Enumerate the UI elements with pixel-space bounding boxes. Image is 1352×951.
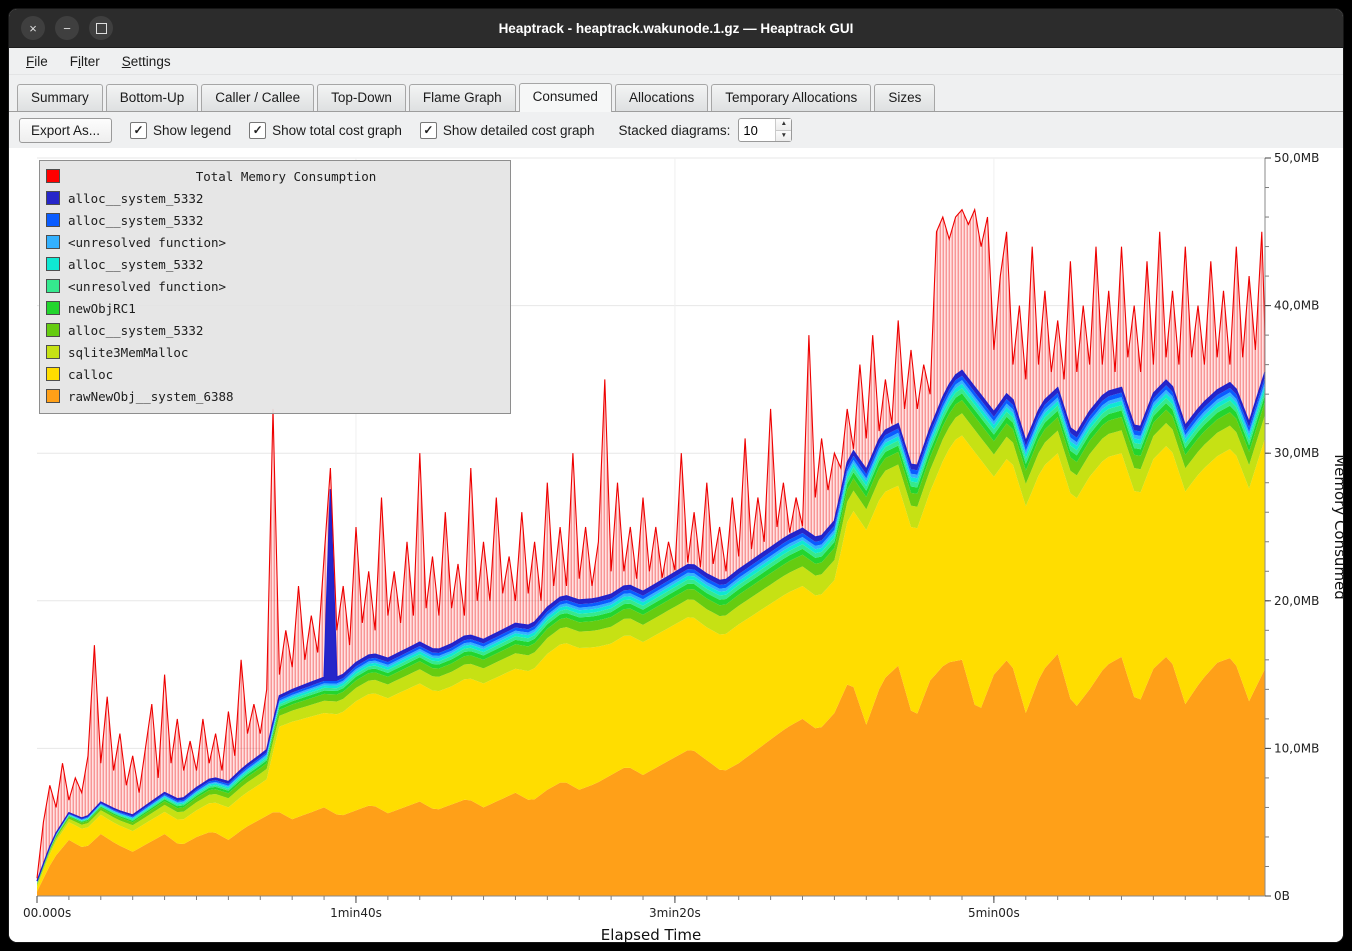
x-tick-label: 5min00s (968, 906, 1020, 920)
checkbox-icon: ✓ (130, 122, 147, 139)
close-button[interactable]: × (21, 16, 45, 40)
minimize-button[interactable]: − (55, 16, 79, 40)
legend-row: <unresolved function> (46, 275, 504, 297)
legend-swatch-icon (46, 213, 60, 227)
tab-temporary-allocations[interactable]: Temporary Allocations (711, 84, 871, 111)
legend-swatch-icon (46, 367, 60, 381)
tab-summary[interactable]: Summary (17, 84, 103, 111)
legend-row: alloc__system_5332 (46, 253, 504, 275)
legend-label: sqlite3MemMalloc (68, 345, 188, 360)
legend-swatch-icon (46, 235, 60, 249)
menu-settings[interactable]: Settings (113, 52, 180, 71)
y-tick-label: 30,0MB (1274, 446, 1319, 460)
stacked-diagrams-label: Stacked diagrams: (619, 123, 731, 138)
stacked-diagrams-input[interactable] (739, 119, 775, 141)
checkbox-label: Show legend (153, 123, 231, 138)
legend-swatch-icon (46, 191, 60, 205)
legend-label: alloc__system_5332 (68, 191, 203, 206)
stacked-diagrams-spinbox[interactable]: ▲ ▼ (738, 118, 792, 142)
checkbox-show-detailed-cost-graph[interactable]: ✓ Show detailed cost graph (420, 122, 595, 139)
tabbar: Summary Bottom-Up Caller / Callee Top-Do… (9, 75, 1343, 112)
legend-swatch-icon (46, 323, 60, 337)
spin-arrows: ▲ ▼ (775, 119, 791, 141)
window-controls: × − (21, 16, 113, 40)
check-icon: ✓ (423, 124, 433, 136)
legend-label: alloc__system_5332 (68, 323, 203, 338)
chart-area: 00.000s 1min40s 3min20s 5min00s 0B 10,0MB 20,0… (9, 148, 1343, 942)
checkbox-label: Show detailed cost graph (443, 123, 595, 138)
legend-row: alloc__system_5332 (46, 209, 504, 231)
legend-swatch-icon (46, 279, 60, 293)
tab-top-down[interactable]: Top-Down (317, 84, 406, 111)
legend-swatch-icon (46, 345, 60, 359)
tab-flame-graph[interactable]: Flame Graph (409, 84, 516, 111)
y-tick-label: 0B (1274, 889, 1290, 903)
close-icon: × (29, 21, 37, 36)
x-tick-label: 00.000s (23, 906, 71, 920)
menu-file[interactable]: File (17, 52, 57, 71)
chart-legend: Total Memory Consumption alloc__system_53… (39, 160, 511, 414)
checkbox-show-total-cost-graph[interactable]: ✓ Show total cost graph (249, 122, 402, 139)
legend-label: <unresolved function> (68, 279, 226, 294)
checkbox-icon: ✓ (249, 122, 266, 139)
legend-swatch-icon (46, 301, 60, 315)
tab-allocations[interactable]: Allocations (615, 84, 708, 111)
tab-sizes[interactable]: Sizes (874, 84, 935, 111)
legend-label: alloc__system_5332 (68, 213, 203, 228)
x-axis-title: Elapsed Time (601, 926, 701, 943)
legend-row: sqlite3MemMalloc (46, 341, 504, 363)
spin-up-icon[interactable]: ▲ (776, 119, 791, 130)
x-tick-label: 1min40s (330, 906, 382, 920)
y-tick-label: 20,0MB (1274, 594, 1319, 608)
legend-label: rawNewObj__system_6388 (68, 389, 234, 404)
legend-label: alloc__system_5332 (68, 257, 203, 272)
y-tick-label: 50,0MB (1274, 151, 1319, 165)
legend-row: <unresolved function> (46, 231, 504, 253)
legend-swatch-icon (46, 169, 60, 183)
tab-consumed[interactable]: Consumed (519, 83, 612, 112)
checkbox-label: Show total cost graph (272, 123, 402, 138)
app-window: × − Heaptrack - heaptrack.wakunode.1.gz … (8, 8, 1344, 943)
legend-label: newObjRC1 (68, 301, 136, 316)
legend-swatch-icon (46, 389, 60, 403)
minimize-icon: − (63, 21, 71, 36)
legend-row: alloc__system_5332 (46, 319, 504, 341)
tab-bottom-up[interactable]: Bottom-Up (106, 84, 199, 111)
export-as-button[interactable]: Export As... (19, 118, 112, 143)
maximize-button[interactable] (89, 16, 113, 40)
check-icon: ✓ (134, 124, 144, 136)
legend-swatch-icon (46, 257, 60, 271)
legend-label: <unresolved function> (68, 235, 226, 250)
legend-row: rawNewObj__system_6388 (46, 385, 504, 407)
menu-filter[interactable]: Filter (61, 52, 109, 71)
menubar: FileFilterSettings (9, 48, 1343, 75)
y-tick-label: 40,0MB (1274, 299, 1319, 313)
legend-row: alloc__system_5332 (46, 187, 504, 209)
legend-row: calloc (46, 363, 504, 385)
titlebar: × − Heaptrack - heaptrack.wakunode.1.gz … (9, 9, 1343, 48)
y-tick-label: 10,0MB (1274, 741, 1319, 755)
legend-title-row: Total Memory Consumption (46, 165, 504, 187)
spin-down-icon[interactable]: ▼ (776, 130, 791, 142)
legend-label: Total Memory Consumption (68, 169, 504, 184)
toolbar: Export As... ✓ Show legend ✓ Show total … (9, 112, 1343, 148)
legend-row: newObjRC1 (46, 297, 504, 319)
tab-caller-callee[interactable]: Caller / Callee (201, 84, 314, 111)
checkbox-show-legend[interactable]: ✓ Show legend (130, 122, 231, 139)
window-title: Heaptrack - heaptrack.wakunode.1.gz — He… (499, 21, 854, 36)
y-axis-title: Memory Consumed (1331, 454, 1344, 600)
legend-label: calloc (68, 367, 113, 382)
check-icon: ✓ (253, 124, 263, 136)
checkbox-icon: ✓ (420, 122, 437, 139)
maximize-icon (96, 23, 107, 34)
x-tick-label: 3min20s (649, 906, 701, 920)
